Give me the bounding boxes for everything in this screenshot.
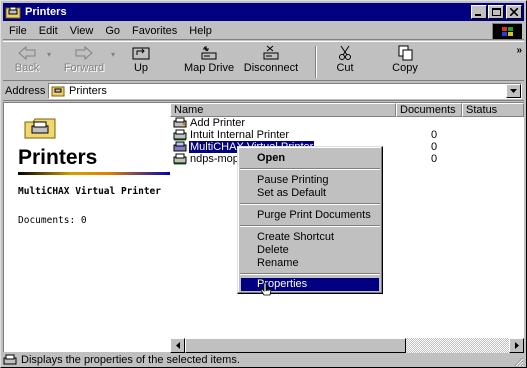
printer-folder-icon — [51, 86, 65, 97]
printer-documents: 0 — [431, 141, 438, 153]
list-item[interactable]: Add Printer — [170, 117, 524, 129]
disconnect-icon — [263, 45, 279, 60]
up-button[interactable]: Up — [123, 45, 159, 79]
context-separator — [240, 225, 380, 227]
add-printer-icon — [173, 117, 187, 128]
title-bar[interactable]: Printers — [3, 3, 524, 21]
printer-name: Add Printer — [190, 117, 246, 129]
printer-icon — [173, 141, 187, 152]
network-printer-icon — [173, 129, 187, 141]
column-header-status[interactable]: Status — [462, 103, 524, 117]
context-create-shortcut[interactable]: Create Shortcut — [241, 231, 379, 244]
copy-button[interactable]: Copy — [385, 45, 425, 79]
cut-label: Cut — [336, 62, 354, 74]
menu-edit[interactable]: Edit — [33, 25, 64, 37]
map-drive-label: Map Drive — [183, 62, 235, 74]
context-rename[interactable]: Rename — [241, 257, 379, 270]
folder-heading: Printers — [18, 146, 98, 169]
scissors-icon — [339, 45, 351, 60]
up-folder-icon — [132, 47, 150, 60]
menu-go[interactable]: Go — [99, 25, 126, 37]
menu-favorites[interactable]: Favorites — [126, 25, 183, 37]
back-dropdown-icon[interactable]: ▾ — [47, 50, 51, 59]
window-title: Printers — [25, 6, 67, 18]
map-drive-button[interactable]: Map Drive — [179, 45, 239, 79]
address-value: Printers — [69, 85, 107, 97]
window-controls — [470, 5, 522, 19]
windows-logo-icon — [492, 23, 522, 39]
chevron-down-icon — [510, 89, 517, 93]
map-drive-icon — [201, 46, 217, 60]
up-label: Up — [133, 62, 149, 74]
status-bar: Displays the properties of the selected … — [3, 353, 524, 367]
documents-count: Documents: 0 — [18, 215, 87, 226]
address-label: Address — [5, 85, 46, 97]
context-separator — [240, 203, 380, 205]
address-bar: Address Printers — [3, 82, 524, 101]
explorer-window: Printers File Edit View Go Favorites Hel… — [0, 0, 527, 368]
printer-documents: 0 — [431, 153, 438, 165]
context-menu: Open Pause Printing Set as Default Purge… — [237, 146, 383, 294]
forward-dropdown-icon[interactable]: ▾ — [111, 50, 115, 59]
menu-help[interactable]: Help — [183, 25, 218, 37]
menu-bar: File Edit View Go Favorites Help — [3, 22, 524, 40]
printer-name: Intuit Internal Printer — [190, 129, 290, 141]
column-header-documents[interactable]: Documents — [396, 103, 462, 117]
maximize-icon — [491, 7, 501, 16]
context-pause-printing[interactable]: Pause Printing — [241, 174, 379, 187]
minimize-icon — [475, 14, 481, 16]
forward-arrow-icon — [75, 45, 93, 61]
context-separator — [240, 168, 380, 170]
context-open[interactable]: Open — [241, 152, 379, 165]
scroll-right-button[interactable] — [509, 338, 524, 353]
disconnect-label: Disconnect — [243, 62, 299, 74]
toolbar-more-chevron[interactable]: » — [516, 45, 522, 56]
copy-icon — [398, 45, 413, 61]
network-printer-icon — [173, 153, 187, 165]
back-label: Back — [14, 62, 40, 74]
menu-file[interactable]: File — [3, 25, 33, 37]
column-headers: Name Documents Status — [170, 103, 524, 117]
minimize-button[interactable] — [471, 5, 487, 19]
horizontal-scrollbar[interactable] — [170, 338, 524, 353]
forward-button[interactable]: Forward — [59, 45, 109, 79]
copy-label: Copy — [392, 62, 418, 74]
web-view-pane: Printers MultiCHAX Virtual Printer Docum… — [4, 103, 170, 352]
close-icon — [510, 8, 518, 16]
mouse-cursor-icon — [260, 282, 272, 296]
heading-divider — [18, 172, 170, 175]
scroll-thumb[interactable] — [185, 338, 406, 353]
disconnect-button[interactable]: Disconnect — [239, 45, 303, 79]
chevron-right-icon — [514, 342, 519, 349]
toolbar-separator — [315, 46, 317, 78]
forward-label: Forward — [63, 62, 105, 74]
context-purge[interactable]: Purge Print Documents — [241, 209, 379, 222]
address-dropdown-button[interactable] — [506, 84, 521, 98]
printer-folder-icon — [5, 6, 21, 19]
close-button[interactable] — [506, 5, 522, 19]
maximize-button[interactable] — [488, 5, 504, 19]
printer-status-icon — [3, 354, 17, 365]
scroll-left-button[interactable] — [170, 338, 185, 353]
back-button[interactable]: Back — [9, 45, 45, 79]
resize-grip-icon[interactable] — [512, 355, 524, 367]
printers-folder-large-icon — [24, 118, 56, 139]
context-delete[interactable]: Delete — [241, 244, 379, 257]
column-header-name[interactable]: Name — [170, 103, 396, 117]
back-arrow-icon — [18, 45, 36, 61]
printer-documents: 0 — [431, 129, 438, 141]
menu-view[interactable]: View — [64, 25, 100, 37]
cut-button[interactable]: Cut — [325, 45, 365, 79]
toolbar: Back ▾ Forward ▾ Up Map Drive Disconnect… — [3, 41, 524, 81]
address-field[interactable]: Printers — [48, 83, 522, 99]
selected-printer-name: MultiCHAX Virtual Printer — [18, 186, 161, 197]
context-set-default[interactable]: Set as Default — [241, 187, 379, 200]
status-text: Displays the properties of the selected … — [21, 354, 240, 366]
context-separator — [240, 273, 380, 275]
chevron-left-icon — [175, 342, 180, 349]
list-item[interactable]: Intuit Internal Printer 0 — [170, 129, 524, 141]
